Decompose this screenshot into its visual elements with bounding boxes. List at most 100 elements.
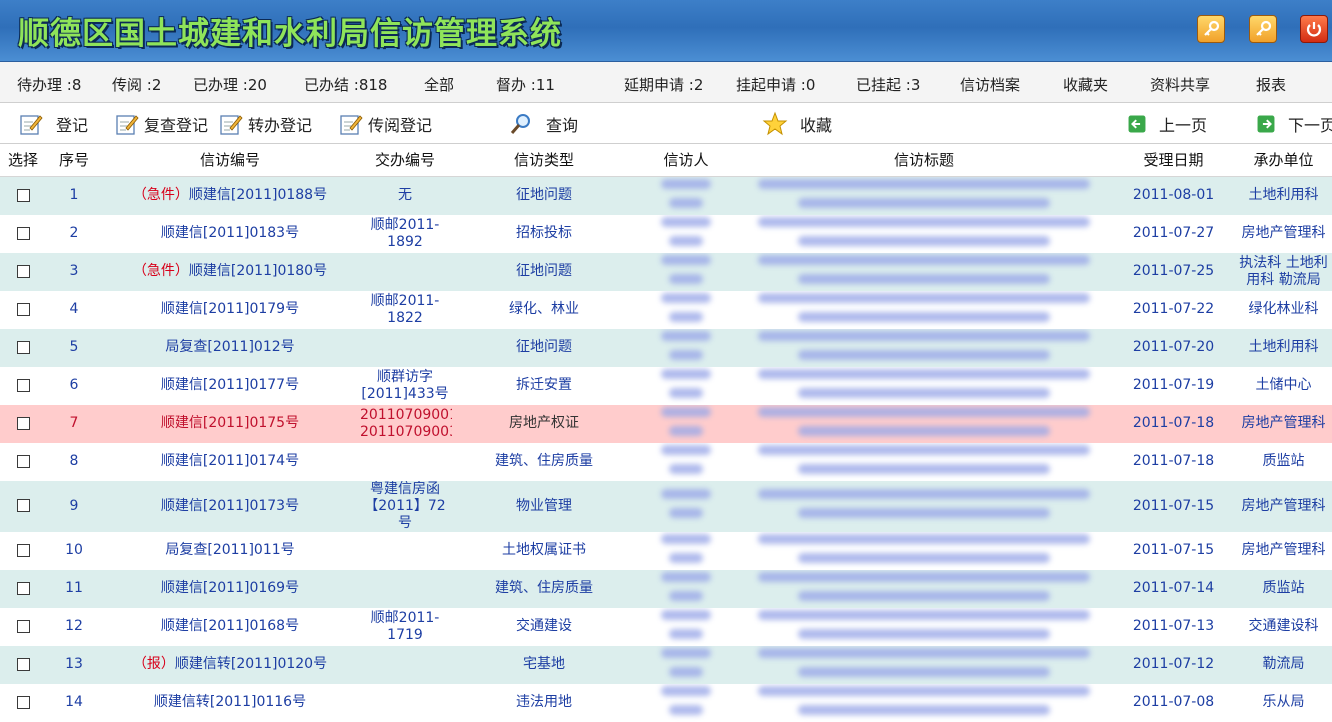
row-checkbox[interactable]	[16, 378, 30, 392]
status-handled[interactable]: 已办理 :20	[193, 74, 267, 95]
row-petition-no[interactable]: （报）顺建信转[2011]0120号	[102, 645, 358, 684]
row-date: 2011-07-13	[1112, 607, 1235, 646]
row-petition-no[interactable]: 局复查[2011]012号	[102, 328, 358, 367]
row-date: 2011-07-25	[1112, 252, 1235, 291]
table-row[interactable]: 7顺建信[2011]0175号20110709001、20110709003房地…	[0, 404, 1332, 443]
row-petition-no[interactable]: 顺建信[2011]0175号	[102, 404, 358, 443]
row-petition-no-text[interactable]: 顺建信[2011]0180号	[189, 263, 327, 279]
row-date: 2011-07-19	[1112, 366, 1235, 405]
status-circulate[interactable]: 传阅 :2	[112, 74, 161, 95]
row-checkbox[interactable]	[16, 188, 30, 202]
col-date: 受理日期	[1112, 144, 1235, 177]
row-subject-redacted	[736, 531, 1112, 570]
row-assign-no: 20110709001、20110709003	[358, 404, 452, 443]
row-petition-no[interactable]: 顺建信[2011]0177号	[102, 366, 358, 405]
row-checkbox[interactable]	[16, 543, 30, 557]
row-checkbox[interactable]	[16, 454, 30, 468]
row-petition-no-text[interactable]: 顺建信[2011]0179号	[161, 301, 299, 317]
row-date: 2011-07-15	[1112, 531, 1235, 570]
status-favorites[interactable]: 收藏夹	[1063, 74, 1108, 95]
register-button[interactable]: 登记	[18, 111, 88, 137]
col-unit: 承办单位	[1235, 144, 1332, 177]
collect-button[interactable]: 收藏	[762, 111, 832, 137]
row-petition-no[interactable]: 顺建信[2011]0168号	[102, 607, 358, 646]
table-row[interactable]: 12 顺建信[2011]0168号 顺邮2011-1719 交通建设 2011-07-1…	[0, 607, 1332, 646]
row-checkbox[interactable]	[16, 657, 30, 671]
row-petition-no-text[interactable]: 顺建信[2011]0174号	[161, 453, 299, 469]
table-row[interactable]: 5 局复查[2011]012号 征地问题 2011-07-20 土地利用科	[0, 328, 1332, 367]
table-row[interactable]: 6 顺建信[2011]0177号 顺群访字[2011]433号 拆迁安置 2011-07…	[0, 366, 1332, 405]
row-petition-no-text[interactable]: 顺建信[2011]0173号	[161, 498, 299, 514]
row-petition-no[interactable]: 顺建信转[2011]0116号	[102, 683, 358, 722]
row-petition-no[interactable]: 顺建信[2011]0173号	[102, 480, 358, 532]
arrow-right-icon	[1257, 115, 1275, 133]
row-select-cell	[0, 366, 46, 405]
next-page-button[interactable]: 下一页	[1256, 111, 1332, 137]
table-row[interactable]: 3 （急件）顺建信[2011]0180号 征地问题 2011-07-25 执法科 土地利…	[0, 252, 1332, 291]
row-subject-redacted	[736, 366, 1112, 405]
row-date: 2011-07-27	[1112, 214, 1235, 253]
power-button[interactable]	[1300, 15, 1328, 43]
row-checkbox[interactable]	[16, 581, 30, 595]
circulate-register-button[interactable]: 传阅登记	[338, 111, 432, 137]
table-row[interactable]: 14 顺建信转[2011]0116号 违法用地 2011-07-08 乐从局	[0, 683, 1332, 722]
row-petition-no[interactable]: 顺建信[2011]0183号	[102, 214, 358, 253]
row-petition-no-text[interactable]: 顺建信[2011]0183号	[161, 225, 299, 241]
status-share[interactable]: 资料共享	[1150, 74, 1210, 95]
row-checkbox[interactable]	[16, 226, 30, 240]
row-checkbox[interactable]	[16, 302, 30, 316]
row-seq: 5	[46, 328, 102, 367]
table-row[interactable]: 2 顺建信[2011]0183号 顺邮2011-1892 招标投标 2011-07-27…	[0, 214, 1332, 253]
status-suspended[interactable]: 已挂起 :3	[856, 74, 920, 95]
row-petition-no[interactable]: （急件）顺建信[2011]0180号	[102, 252, 358, 291]
row-petition-no[interactable]: 局复查[2011]011号	[102, 531, 358, 570]
review-register-button[interactable]: 复查登记	[114, 111, 208, 137]
row-petition-no-text[interactable]: 顺建信转[2011]0120号	[175, 656, 327, 672]
table-row[interactable]: 11 顺建信[2011]0169号 建筑、住房质量 2011-07-14 质监站	[0, 569, 1332, 608]
row-select-cell	[0, 645, 46, 684]
row-checkbox[interactable]	[16, 264, 30, 278]
status-closed[interactable]: 已办结 :818	[304, 74, 387, 95]
col-select: 选择	[0, 144, 46, 177]
row-petition-no-text[interactable]: 顺建信[2011]0169号	[161, 580, 299, 596]
table-row[interactable]: 1 （急件）顺建信[2011]0188号无征地问题 2011-08-01 土地利用科	[0, 176, 1332, 215]
key-button-1[interactable]	[1197, 15, 1225, 43]
row-checkbox[interactable]	[16, 499, 30, 512]
row-checkbox[interactable]	[16, 340, 30, 354]
status-supervise[interactable]: 督办 :11	[496, 74, 555, 95]
row-type: 交通建设	[452, 607, 636, 646]
row-checkbox[interactable]	[16, 619, 30, 633]
status-pending[interactable]: 待办理 :8	[17, 74, 81, 95]
table-row[interactable]: 9 顺建信[2011]0173号 粤建信房函【2011】72号 物业管理 2011-07…	[0, 480, 1332, 532]
row-petition-no[interactable]: 顺建信[2011]0169号	[102, 569, 358, 608]
status-report[interactable]: 报表	[1256, 74, 1286, 95]
status-all[interactable]: 全部	[424, 74, 454, 95]
table-row[interactable]: 8 顺建信[2011]0174号 建筑、住房质量 2011-07-18 质监站	[0, 442, 1332, 481]
row-petition-no[interactable]: 顺建信[2011]0174号	[102, 442, 358, 481]
row-checkbox[interactable]	[16, 416, 30, 430]
row-person-redacted	[636, 531, 736, 570]
prev-page-button[interactable]: 上一页	[1127, 111, 1207, 137]
row-petition-no-text[interactable]: 顺建信[2011]0175号	[161, 415, 299, 431]
row-petition-no-text[interactable]: 顺建信[2011]0188号	[189, 187, 327, 203]
row-petition-no[interactable]: （急件）顺建信[2011]0188号	[102, 176, 358, 215]
row-petition-no-text[interactable]: 局复查[2011]011号	[165, 542, 294, 558]
table-row[interactable]: 10 局复查[2011]011号 土地权属证书 2011-07-15 房地产管理科	[0, 531, 1332, 570]
row-petition-no[interactable]: 顺建信[2011]0179号	[102, 290, 358, 329]
status-archive[interactable]: 信访档案	[960, 74, 1020, 95]
row-petition-no-text[interactable]: 顺建信[2011]0177号	[161, 377, 299, 393]
table-row[interactable]: 13 （报）顺建信转[2011]0120号 宅基地 2011-07-12 勒流局	[0, 645, 1332, 684]
status-extension[interactable]: 延期申请 :2	[624, 74, 703, 95]
row-unit: 乐从局	[1235, 683, 1332, 722]
transfer-register-button[interactable]: 转办登记	[218, 111, 312, 137]
status-suspend-request[interactable]: 挂起申请 :0	[736, 74, 815, 95]
query-button[interactable]: 查询	[508, 111, 578, 137]
row-checkbox[interactable]	[16, 695, 30, 709]
row-petition-no-text[interactable]: 顺建信转[2011]0116号	[154, 694, 306, 710]
row-select-cell	[0, 290, 46, 329]
row-unit: 绿化林业科	[1235, 290, 1332, 329]
table-row[interactable]: 4 顺建信[2011]0179号 顺邮2011-1822 绿化、林业 2011-07-2…	[0, 290, 1332, 329]
row-petition-no-text[interactable]: 局复查[2011]012号	[165, 339, 294, 355]
row-petition-no-text[interactable]: 顺建信[2011]0168号	[161, 618, 299, 634]
key-button-2[interactable]	[1249, 15, 1277, 43]
